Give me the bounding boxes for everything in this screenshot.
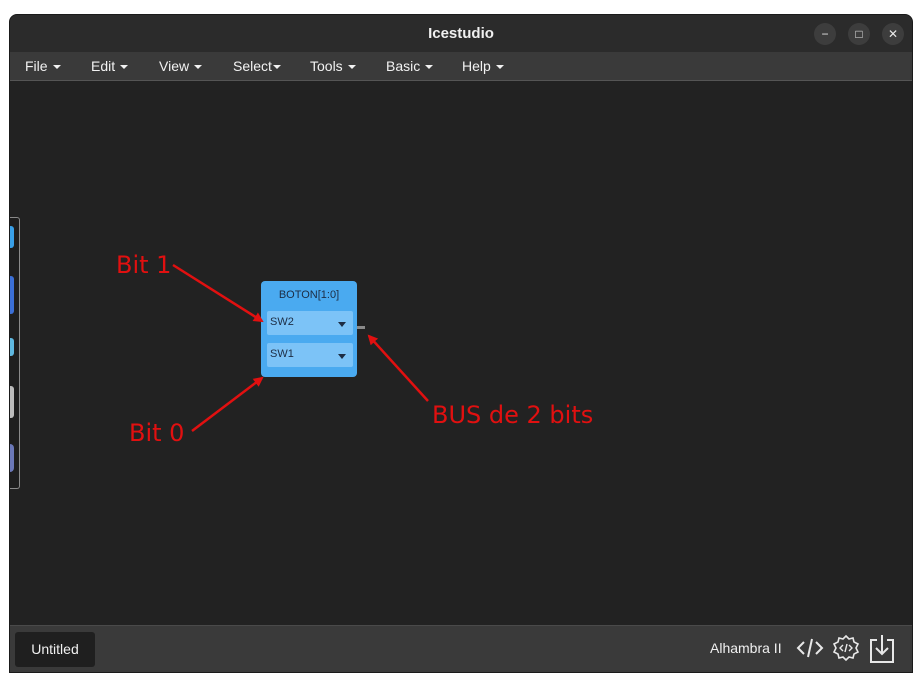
chevron-down-icon — [120, 65, 129, 70]
arrow-bus — [367, 334, 429, 402]
menu-bar: File Edit View Select Tools Basic Help — [10, 52, 912, 81]
menu-tools[interactable]: Tools — [310, 52, 356, 80]
menu-basic[interactable]: Basic — [386, 52, 434, 80]
menu-tools-label: Tools — [310, 58, 343, 74]
chevron-down-icon — [495, 65, 504, 70]
menu-edit[interactable]: Edit — [91, 52, 129, 80]
menu-file-label: File — [25, 58, 48, 74]
menu-file[interactable]: File — [25, 52, 61, 80]
annotation-arrows — [172, 263, 429, 432]
chevron-down-icon — [272, 65, 281, 70]
menu-basic-label: Basic — [386, 58, 421, 74]
maximize-button[interactable]: □ — [848, 23, 870, 45]
arrow-bit0 — [191, 376, 264, 432]
menu-view-label: View — [159, 58, 190, 74]
code-icon[interactable] — [796, 634, 824, 662]
design-canvas[interactable]: BOTON[1:0] SW2 SW1 Bit 1 Bit 0 BUS de 2 — [10, 81, 912, 623]
board-selector[interactable]: Alhambra II — [710, 640, 782, 656]
annotation-bit1: Bit 1 — [116, 251, 172, 279]
chevron-down-icon — [52, 65, 61, 70]
arrow-bit1 — [172, 263, 264, 323]
menu-select[interactable]: Select — [233, 52, 281, 80]
menu-edit-label: Edit — [91, 58, 116, 74]
chevron-down-icon — [425, 65, 434, 70]
window-title: Icestudio — [428, 25, 494, 42]
tab-untitled[interactable]: Untitled — [15, 632, 95, 667]
annotation-bus: BUS de 2 bits — [432, 401, 594, 429]
menu-view[interactable]: View — [159, 52, 203, 80]
annotation-bit0: Bit 0 — [129, 419, 185, 447]
menu-select-label: Select — [233, 58, 272, 74]
menu-help[interactable]: Help — [462, 52, 504, 80]
menu-help-label: Help — [462, 58, 491, 74]
title-bar: Icestudio − □ ✕ — [10, 15, 912, 52]
verify-icon[interactable] — [832, 634, 860, 662]
upload-icon[interactable] — [868, 634, 896, 666]
chevron-down-icon — [194, 65, 203, 70]
chevron-down-icon — [347, 65, 356, 70]
minimize-button[interactable]: − — [814, 23, 836, 45]
close-button[interactable]: ✕ — [882, 23, 904, 45]
app-window: Icestudio − □ ✕ File Edit View Select To… — [9, 14, 913, 673]
status-bar: Untitled Alhambra II — [10, 625, 912, 672]
